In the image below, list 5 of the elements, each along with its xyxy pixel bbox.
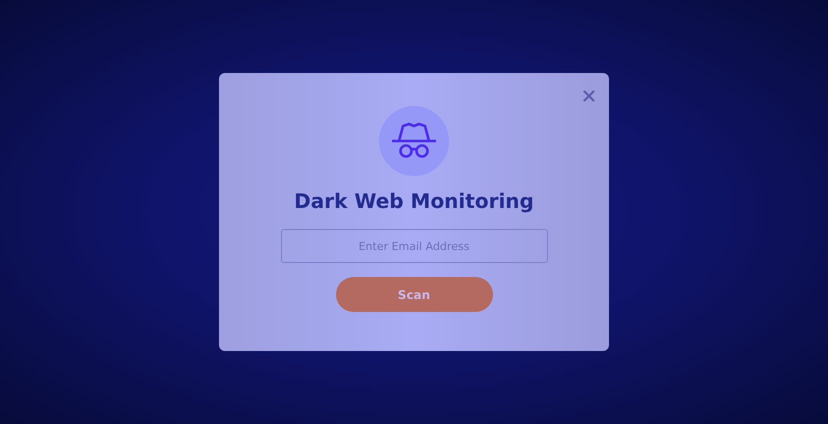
dialog-title: Dark Web Monitoring — [294, 189, 534, 213]
email-field[interactable]: Enter Email Address — [280, 229, 548, 263]
close-icon[interactable] — [583, 90, 595, 102]
incognito-icon — [391, 121, 437, 161]
scan-button[interactable]: Scan — [336, 277, 492, 312]
